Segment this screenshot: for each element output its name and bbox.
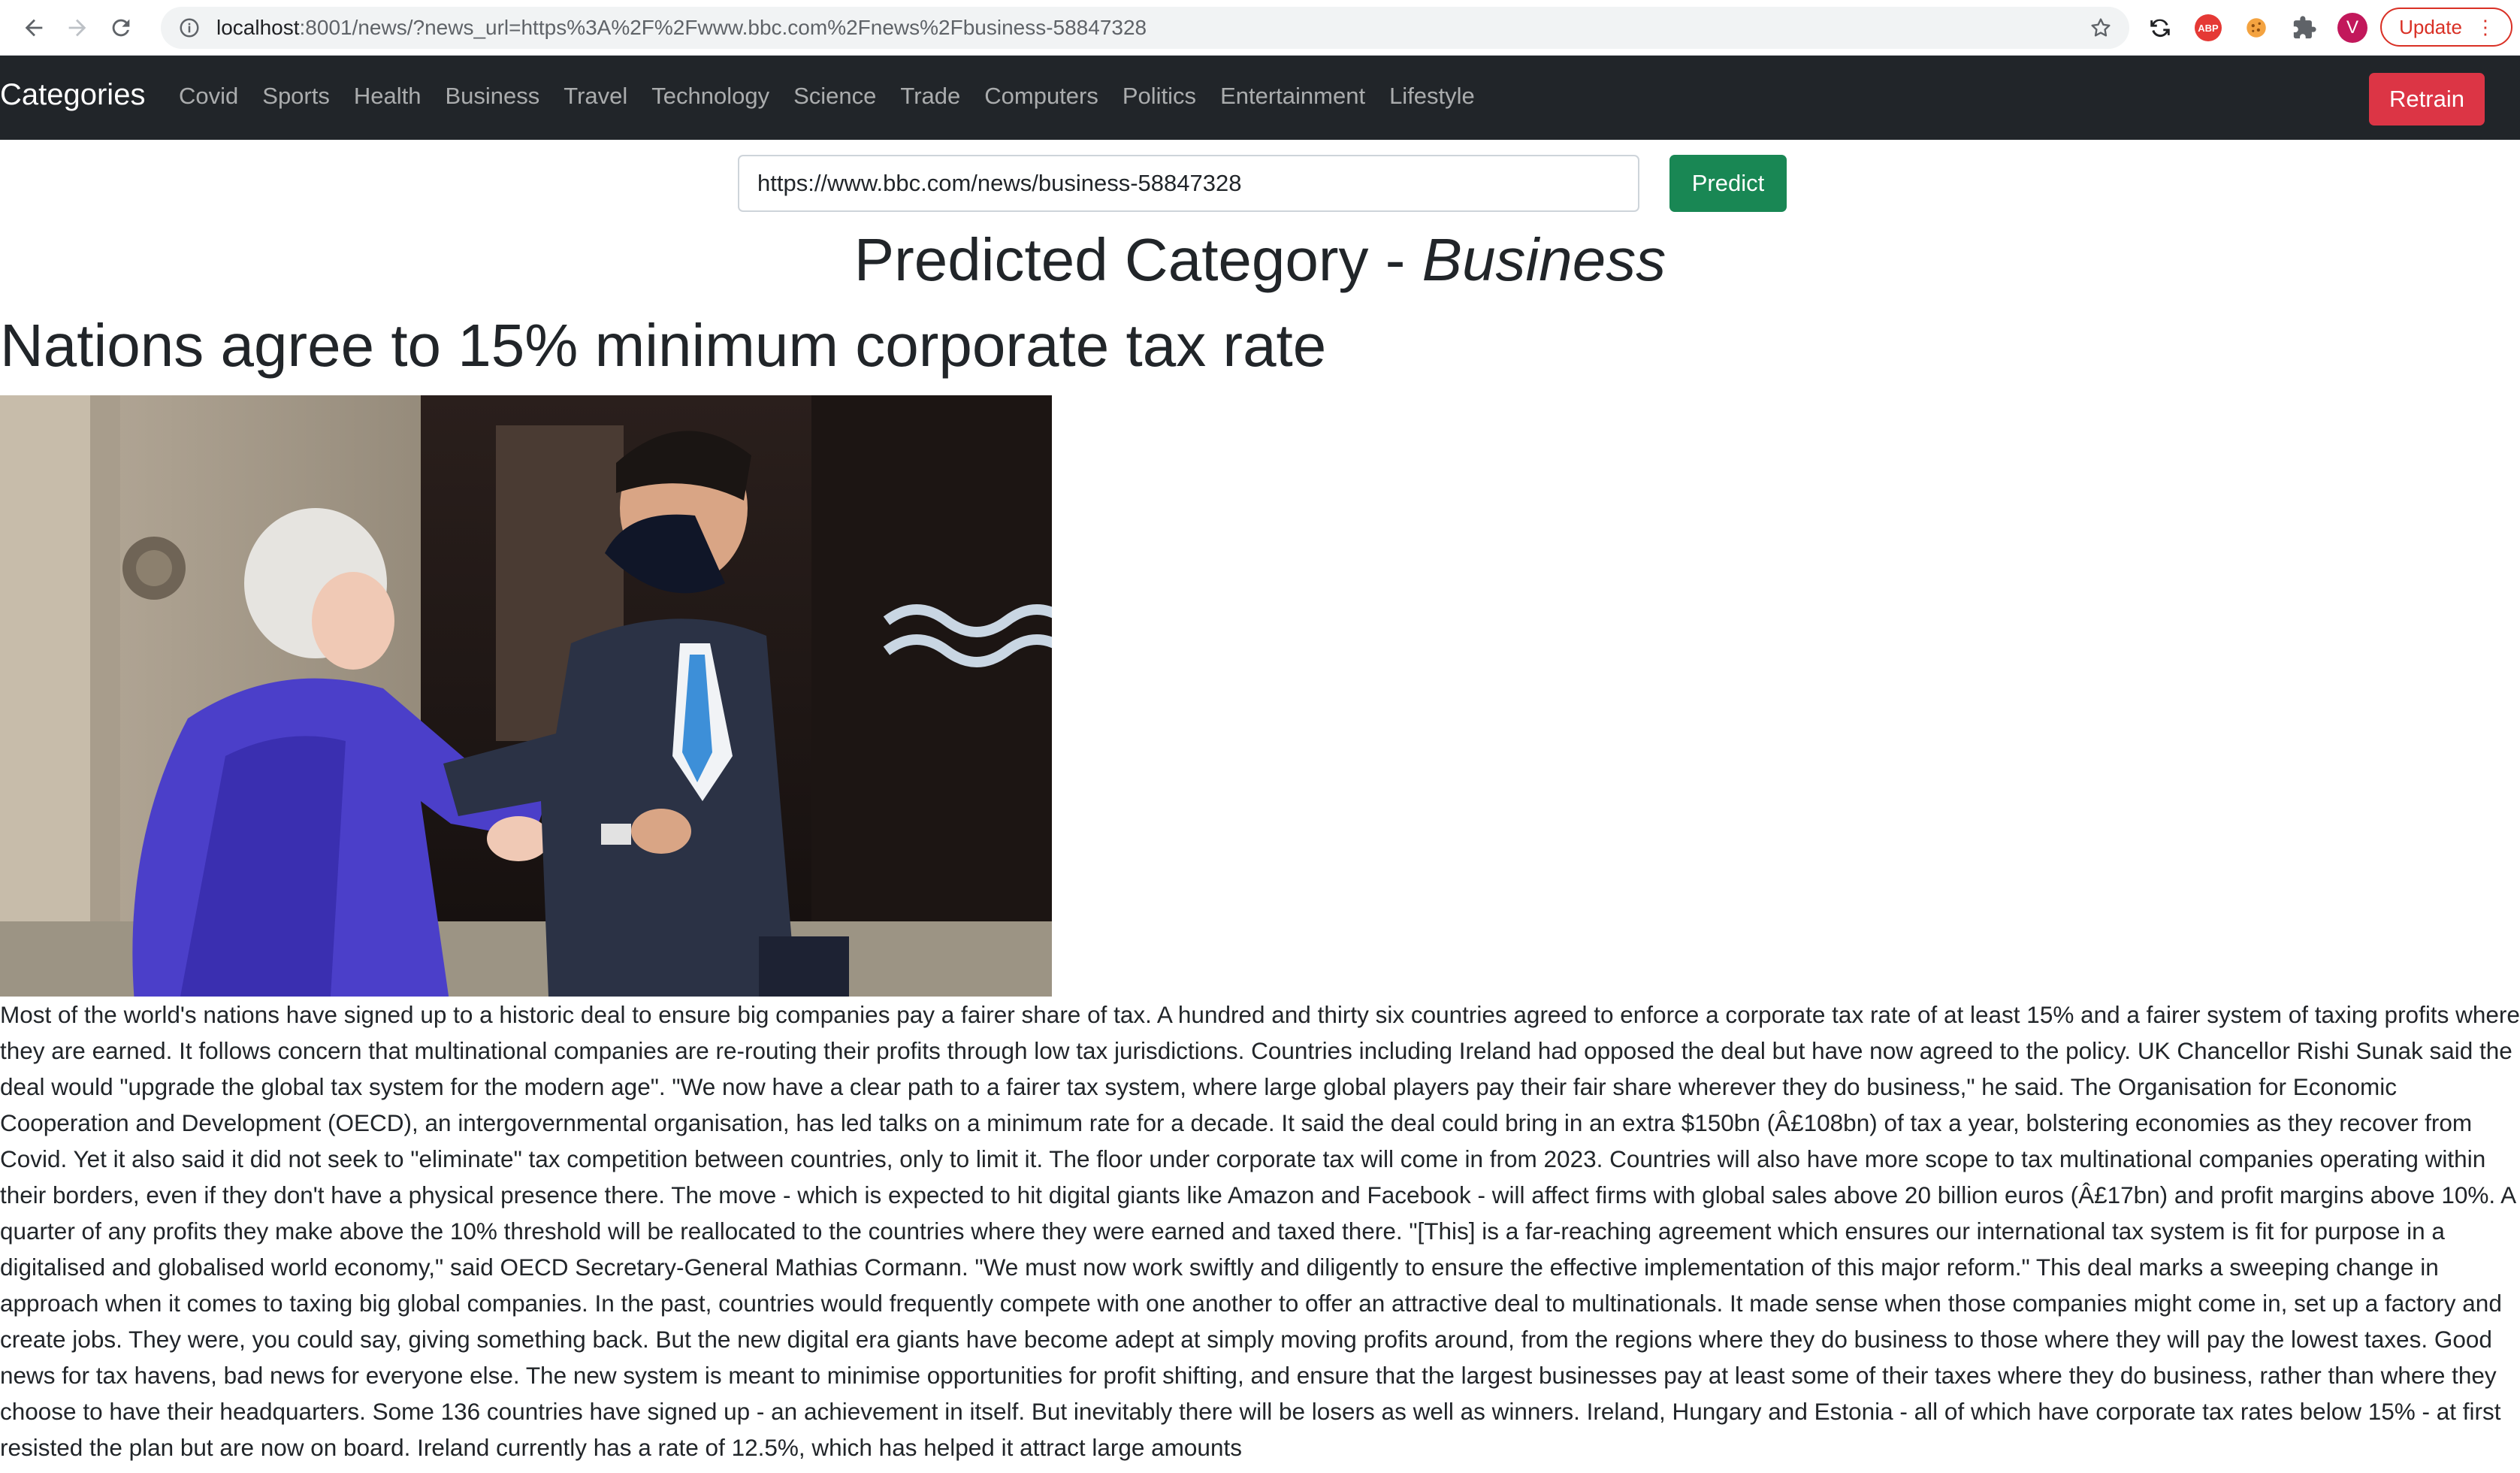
reload-button[interactable] [101, 8, 141, 48]
update-label: Update [2399, 15, 2462, 38]
nav-link-health[interactable]: Health [354, 83, 422, 110]
nav-link-covid[interactable]: Covid [179, 83, 238, 110]
category-links: Covid Sports Health Business Travel Tech… [179, 83, 1499, 110]
news-url-input[interactable] [738, 155, 1639, 212]
predicted-category: Business [1422, 226, 1666, 293]
browser-toolbar: localhost:8001/news/?news_url=https%3A%2… [0, 0, 2520, 56]
predicted-prefix: Predicted Category - [854, 226, 1422, 293]
nav-link-travel[interactable]: Travel [564, 83, 627, 110]
sync-icon[interactable] [2143, 11, 2177, 45]
forward-button[interactable] [57, 8, 98, 48]
retrain-button[interactable]: Retrain [2369, 73, 2485, 126]
article-photo-illustration [0, 395, 1052, 997]
url-text[interactable]: localhost:8001/news/?news_url=https%3A%2… [216, 16, 1147, 40]
cookie-icon[interactable] [2239, 11, 2274, 45]
nav-link-entertainment[interactable]: Entertainment [1220, 83, 1365, 110]
forward-arrow-icon [68, 19, 86, 36]
kebab-menu-icon: ⋮ [2475, 16, 2495, 38]
nav-link-sports[interactable]: Sports [262, 83, 330, 110]
nav-link-computers[interactable]: Computers [984, 83, 1098, 110]
article-body: Most of the world's nations have signed … [0, 1001, 2520, 1461]
nav-link-lifestyle[interactable]: Lifestyle [1389, 83, 1475, 110]
nav-link-technology[interactable]: Technology [651, 83, 769, 110]
adblock-badge: ABP [2195, 14, 2222, 41]
url-host: localhost [216, 16, 300, 39]
puzzle-icon[interactable] [2287, 11, 2322, 45]
article-photo [0, 395, 1052, 997]
star-icon[interactable] [2086, 13, 2116, 43]
nav-link-business[interactable]: Business [445, 83, 539, 110]
adblock-icon[interactable]: ABP [2191, 11, 2225, 45]
address-bar[interactable]: localhost:8001/news/?news_url=https%3A%2… [161, 7, 2129, 49]
navbar-brand[interactable]: Categories [0, 78, 145, 112]
article-title: Nations agree to 15% minimum corporate t… [0, 312, 1327, 379]
profile-avatar[interactable]: V [2335, 11, 2370, 45]
url-path: :8001/news/?news_url=https%3A%2F%2Fwww.b… [299, 16, 1147, 39]
predict-button[interactable]: Predict [1669, 155, 1787, 212]
back-arrow-icon [25, 19, 43, 36]
avatar-letter: V [2337, 13, 2367, 43]
category-navbar: Categories Covid Sports Health Business … [0, 56, 2520, 140]
update-button[interactable]: Update ⋮ [2380, 8, 2512, 47]
nav-link-science[interactable]: Science [793, 83, 876, 110]
back-button[interactable] [14, 8, 54, 48]
reload-icon [112, 19, 130, 36]
nav-link-politics[interactable]: Politics [1123, 83, 1196, 110]
nav-link-trade[interactable]: Trade [900, 83, 960, 110]
predicted-category-heading: Predicted Category - Business [0, 225, 2520, 295]
info-icon[interactable] [174, 13, 204, 43]
